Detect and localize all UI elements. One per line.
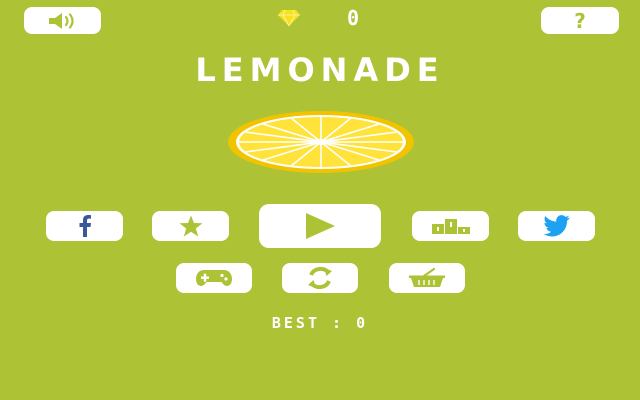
gem-count: 0 xyxy=(347,6,360,30)
best-separator: : xyxy=(332,314,345,332)
best-score: BEST : 0 xyxy=(0,313,640,333)
shop-button[interactable] xyxy=(389,263,465,293)
diamond-icon xyxy=(278,9,300,27)
sound-button[interactable] xyxy=(24,7,101,34)
question-icon: ? xyxy=(574,8,586,33)
gamepad-icon xyxy=(196,270,232,286)
twitter-bird-icon xyxy=(543,215,570,237)
best-label: BEST xyxy=(271,314,320,332)
basket-icon xyxy=(409,268,445,287)
game-title: LEMONADE xyxy=(195,51,445,89)
twitter-button[interactable] xyxy=(518,211,595,241)
game-screen: 0 ? LEMONADE BEST: 0 xyxy=(0,0,640,400)
restore-button[interactable] xyxy=(282,263,358,293)
rotate-icon xyxy=(308,266,332,290)
rate-button[interactable] xyxy=(152,211,229,241)
best-score-value: 0 xyxy=(356,314,369,332)
play-button[interactable] xyxy=(259,204,381,248)
speaker-icon xyxy=(48,12,74,29)
play-icon xyxy=(306,213,335,239)
help-button[interactable]: ? xyxy=(541,7,619,34)
star-icon xyxy=(179,215,202,237)
facebook-button[interactable] xyxy=(46,211,123,241)
facebook-icon xyxy=(79,215,91,237)
leaderboard-button[interactable] xyxy=(412,211,489,241)
podium-icon xyxy=(431,219,470,234)
lemon-slice-icon xyxy=(228,111,414,173)
more-games-button[interactable] xyxy=(176,263,252,293)
